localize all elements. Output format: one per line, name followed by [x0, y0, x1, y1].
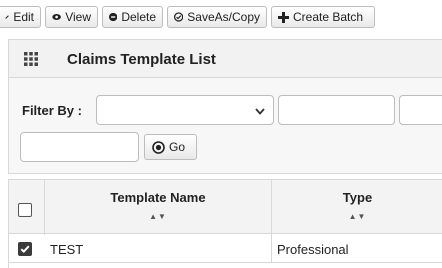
column-header-template-name[interactable]: Template Name	[45, 190, 271, 205]
create-batch-button[interactable]: Create Batch	[271, 6, 375, 28]
edit-label: Edit	[13, 10, 34, 24]
delete-button[interactable]: Delete	[102, 6, 163, 28]
type-cell: Professional	[277, 242, 349, 257]
pencil-icon	[5, 15, 9, 19]
column-header-type[interactable]: Type	[272, 190, 442, 205]
table-row[interactable]: TEST Professional	[9, 235, 442, 263]
page-title: Claims Template List	[67, 51, 216, 68]
chevron-down-icon	[255, 108, 265, 115]
select-all-checkbox[interactable]	[18, 203, 32, 217]
go-circle-icon	[152, 140, 165, 154]
go-label: Go	[169, 140, 186, 154]
column-divider	[271, 180, 272, 235]
column-divider	[271, 235, 272, 263]
template-name-cell[interactable]: TEST	[50, 242, 83, 257]
toolbar: Edit View Delete SaveAs/Copy Create Batc…	[0, 0, 442, 36]
view-button[interactable]: View	[45, 6, 98, 28]
create-batch-label: Create Batch	[293, 10, 364, 24]
saveas-copy-button[interactable]: SaveAs/Copy	[167, 6, 267, 28]
filter-by-label: Filter By :	[22, 103, 82, 118]
filter-value-input-3[interactable]	[20, 132, 139, 162]
saveas-copy-label: SaveAs/Copy	[187, 10, 260, 24]
filter-value-input-2[interactable]	[399, 95, 442, 125]
view-label: View	[65, 10, 91, 24]
column-divider	[44, 180, 45, 235]
filter-field-select[interactable]	[96, 95, 274, 125]
check-circle-icon	[174, 12, 184, 22]
table-header-row: Template Name ▲▼ Type ▲▼	[9, 179, 442, 235]
templates-table: Template Name ▲▼ Type ▲▼ TEST Profession…	[8, 179, 442, 268]
eye-icon	[52, 14, 61, 20]
delete-label: Delete	[121, 10, 156, 24]
panel-header: Claims Template List	[8, 39, 442, 78]
check-icon	[20, 245, 30, 254]
sort-arrows-type[interactable]: ▲▼	[272, 212, 442, 221]
row-checkbox[interactable]	[18, 242, 32, 256]
sort-arrows-template-name[interactable]: ▲▼	[45, 212, 271, 221]
go-button[interactable]: Go	[144, 134, 197, 160]
edit-button[interactable]: Edit	[0, 6, 41, 28]
minus-circle-icon	[109, 12, 118, 22]
filter-value-input[interactable]	[278, 95, 395, 125]
plus-icon	[278, 11, 289, 23]
grid-icon	[24, 52, 38, 66]
